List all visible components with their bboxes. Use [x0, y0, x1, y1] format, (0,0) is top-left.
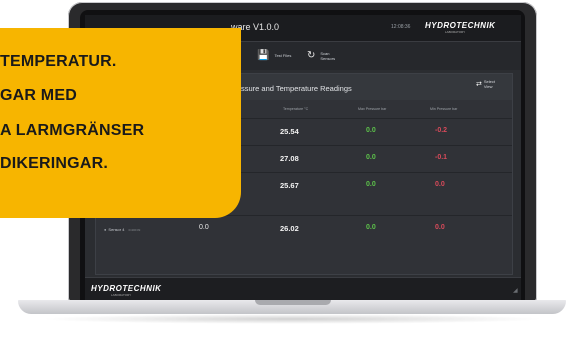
- callout-line-1: TEMPERATUR.: [0, 53, 117, 70]
- max-pressure-value: 0.0: [366, 154, 376, 161]
- test-files-button[interactable]: 💾 Test Files: [257, 46, 291, 65]
- callout-line-2: GAR MED: [0, 87, 77, 104]
- select-view-button[interactable]: ⇄ Select View: [476, 79, 495, 89]
- laptop-shadow: [40, 314, 545, 324]
- promo-callout: TEMPERATUR. GAR MED A LARMGRÄNSER DIKERI…: [0, 28, 241, 218]
- temperature-value: 25.54: [280, 127, 299, 136]
- swap-icon: ⇄: [476, 81, 482, 88]
- callout-line-4: DIKERINGAR.: [0, 155, 108, 172]
- resize-grip-icon[interactable]: ◢: [513, 287, 518, 294]
- refresh-icon: ↻: [307, 50, 316, 61]
- laptop-base-notch: [255, 300, 331, 305]
- max-pressure-value: 0.0: [366, 181, 376, 188]
- brand-logo: HYDROTECHNIK: [425, 21, 496, 30]
- scan-sensors-button[interactable]: ↻ Scan Sensors: [307, 46, 335, 65]
- min-pressure-value: -0.2: [435, 127, 448, 134]
- panel-title: ssure and Temperature Readings: [241, 84, 352, 93]
- save-file-icon: 💾: [257, 50, 270, 61]
- temperature-value: 26.02: [280, 224, 299, 233]
- max-pressure-value: 0.0: [366, 127, 376, 134]
- column-header-min-pressure: Min Pressure bar: [430, 107, 458, 111]
- callout-line-3: A LARMGRÄNSER: [0, 122, 145, 139]
- temperature-value: 25.67: [280, 181, 299, 190]
- scan-sensors-label: Scan Sensors: [320, 50, 336, 61]
- app-bottom-bar: HYDROTECHNIK LABORATORY ◢: [85, 277, 521, 300]
- brand-logo-sub: LABORATORY: [445, 30, 466, 34]
- test-files-label: Test Files: [274, 53, 292, 58]
- clock-text: 12:08:36: [391, 24, 411, 30]
- min-pressure-value: 0.0: [435, 181, 445, 188]
- footer-brand-sub: LABORATORY: [111, 293, 132, 297]
- pressure-value: 0.0: [199, 224, 209, 231]
- min-pressure-value: 0.0: [435, 224, 445, 231]
- column-header-temperature: Temperature °C: [283, 107, 309, 111]
- footer-brand-logo: HYDROTECHNIK: [91, 284, 162, 293]
- temperature-value: 27.08: [280, 154, 299, 163]
- select-view-label: Select View: [483, 79, 495, 89]
- max-pressure-value: 0.0: [366, 224, 376, 231]
- column-header-max-pressure: Max Pressure bar: [358, 107, 387, 111]
- table-row[interactable]: ● Sensor 4 0190F09 0.0 26.02 0.0 0.0: [96, 215, 512, 242]
- min-pressure-value: -0.1: [435, 154, 448, 161]
- sensor-name: ● Sensor 4 0190F09: [104, 227, 141, 232]
